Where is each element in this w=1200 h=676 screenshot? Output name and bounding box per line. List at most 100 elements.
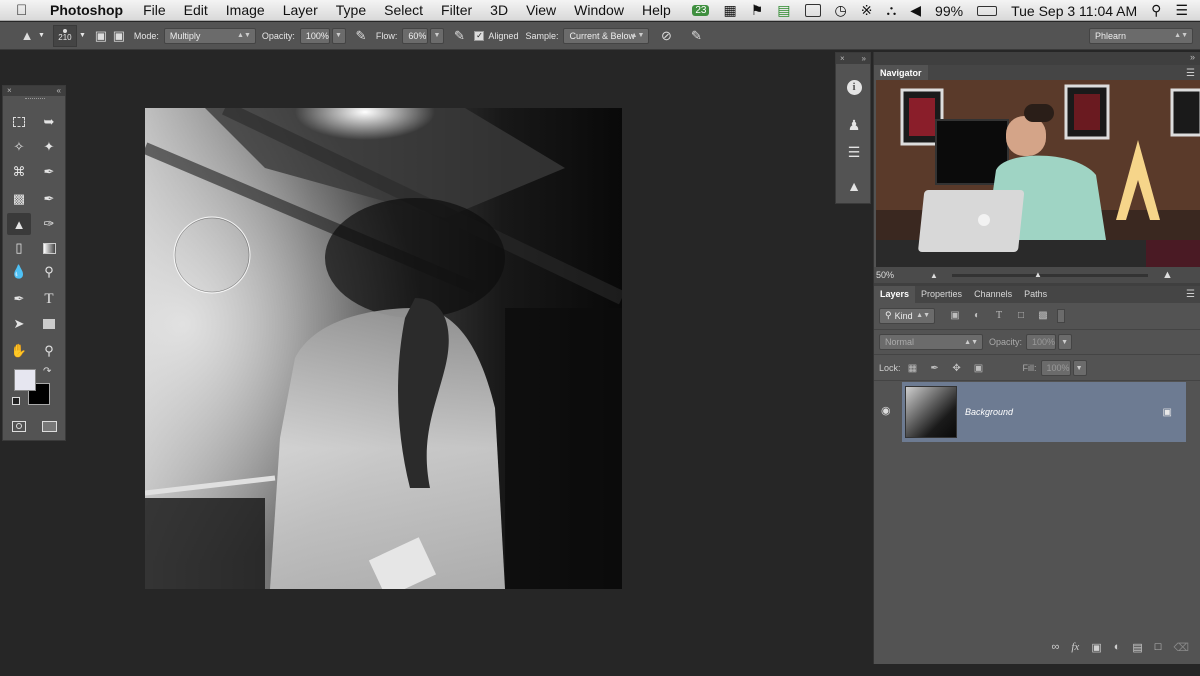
lasso-tool-icon[interactable]: ✧: [7, 136, 31, 158]
tab-channels[interactable]: Channels: [968, 286, 1018, 303]
eyedropper-tool-icon[interactable]: ✒: [37, 161, 61, 183]
spotlight-icon[interactable]: ⚲: [1151, 2, 1161, 19]
ignore-adjustment-layers-icon[interactable]: ⊘: [657, 27, 675, 45]
tab-paths[interactable]: Paths: [1018, 286, 1053, 303]
blur-tool-icon[interactable]: 💧: [7, 261, 31, 283]
foreground-color-swatch[interactable]: [14, 369, 36, 391]
app-menu[interactable]: Photoshop: [50, 2, 123, 18]
quick-mask-icon[interactable]: [7, 415, 31, 437]
rectangle-tool-icon[interactable]: [37, 313, 61, 335]
layer-row-background[interactable]: Background ▣: [902, 382, 1186, 442]
panel-dock-header[interactable]: »: [874, 52, 1200, 66]
pressure-opacity-icon[interactable]: ✎: [352, 27, 370, 45]
new-group-icon[interactable]: ▤: [1132, 641, 1142, 654]
dock-header[interactable]: ×»: [836, 53, 870, 64]
clone-stamp-tool-icon[interactable]: ▲: [7, 213, 31, 235]
menu-type[interactable]: Type: [336, 2, 366, 18]
menu-image[interactable]: Image: [226, 2, 265, 18]
menu-select[interactable]: Select: [384, 2, 423, 18]
lock-all-icon[interactable]: ▣: [971, 361, 987, 375]
tool-preset-arrow-icon[interactable]: ▼: [38, 32, 45, 39]
filter-type-icon[interactable]: T: [991, 309, 1007, 323]
panel-menu-icon[interactable]: ☰: [1186, 289, 1195, 300]
dodge-tool-icon[interactable]: ⚲: [37, 261, 61, 283]
filter-shape-icon[interactable]: □: [1013, 309, 1029, 323]
history-brush-tool-icon[interactable]: ✑: [37, 213, 61, 235]
menu-view[interactable]: View: [526, 2, 556, 18]
filter-kind-dropdown[interactable]: ⚲ Kind ▲▼: [879, 307, 935, 324]
navigator-preview[interactable]: [876, 80, 1200, 267]
lock-image-pixels-icon[interactable]: ✒: [927, 361, 943, 375]
navigator-zoom-value[interactable]: 50%: [876, 270, 894, 280]
move-tool-icon[interactable]: ➥: [37, 111, 61, 133]
layer-style-icon[interactable]: fx: [1071, 641, 1079, 653]
swap-colors-icon[interactable]: ↷: [43, 366, 51, 377]
brush-picker-arrow-icon[interactable]: ▼: [79, 32, 86, 39]
menu-edit[interactable]: Edit: [184, 2, 208, 18]
opacity-slider-button[interactable]: ▼: [331, 27, 346, 44]
opacity-input[interactable]: 100%: [299, 27, 330, 44]
tab-layers[interactable]: Layers: [874, 286, 916, 303]
layer-opacity-slider-button[interactable]: ▼: [1058, 334, 1073, 350]
brush-panel-icon[interactable]: ☰: [842, 140, 866, 164]
spot-healing-tool-icon[interactable]: ▩: [7, 188, 31, 210]
notification-center-icon[interactable]: ☰: [1175, 2, 1188, 19]
collapse-icon[interactable]: »: [1190, 52, 1195, 62]
fill-input[interactable]: 100%: [1040, 360, 1071, 376]
brush-presets-panel-icon[interactable]: ♟: [842, 113, 866, 137]
tools-panel-header[interactable]: × «: [3, 86, 65, 96]
filter-smart-object-icon[interactable]: ▩: [1035, 309, 1051, 323]
pen-tool-icon[interactable]: ✒: [7, 288, 31, 310]
menu-window[interactable]: Window: [574, 2, 624, 18]
lock-transparent-pixels-icon[interactable]: ▦: [905, 361, 921, 375]
wifi-icon[interactable]: ⛬: [886, 2, 896, 19]
rectangular-marquee-tool-icon[interactable]: [7, 111, 31, 133]
battery-percent[interactable]: 99%: [935, 3, 963, 19]
app-status-icon[interactable]: ⚑: [751, 2, 764, 19]
gradient-tool-icon[interactable]: [37, 237, 61, 259]
expand-icon[interactable]: »: [862, 53, 866, 64]
bluetooth-icon[interactable]: ※: [861, 2, 873, 19]
clock[interactable]: Tue Sep 3 11:04 AM: [1011, 3, 1137, 19]
panel-menu-icon[interactable]: ☰: [1186, 68, 1195, 79]
brush-tool-icon[interactable]: ✒: [37, 188, 61, 210]
evernote-status-icon[interactable]: 23: [692, 5, 710, 16]
clone-source-panel-icon[interactable]: ▲: [842, 174, 866, 198]
info-panel-icon[interactable]: i: [842, 75, 866, 99]
menu-file[interactable]: File: [143, 2, 166, 18]
monitor-status-icon[interactable]: ▤: [777, 2, 790, 19]
zoom-out-icon[interactable]: ▲: [930, 271, 938, 280]
tools-panel-grip[interactable]: [25, 98, 45, 101]
clone-source-panel-icon[interactable]: ▣: [110, 27, 128, 45]
workspace-dropdown[interactable]: Phlearn ▲▼: [1089, 27, 1193, 44]
flow-slider-button[interactable]: ▼: [430, 27, 445, 44]
mode-dropdown[interactable]: Multiply ▲▼: [163, 27, 256, 44]
clone-stamp-tool-icon[interactable]: ▲: [18, 27, 36, 45]
link-layers-icon[interactable]: ∞: [1052, 641, 1060, 653]
airbrush-icon[interactable]: ✎: [450, 27, 468, 45]
menu-layer[interactable]: Layer: [283, 2, 318, 18]
crop-tool-icon[interactable]: ⌘: [7, 161, 31, 183]
brush-panel-icon[interactable]: ▣: [92, 27, 110, 45]
pressure-size-icon[interactable]: ✎: [687, 27, 705, 45]
grid-status-icon[interactable]: ▦: [723, 2, 736, 19]
menu-help[interactable]: Help: [642, 2, 671, 18]
volume-icon[interactable]: ◀: [910, 2, 921, 19]
blend-mode-dropdown[interactable]: Normal ▲▼: [879, 334, 983, 350]
zoom-slider-thumb[interactable]: ▲: [1034, 270, 1042, 279]
magic-wand-tool-icon[interactable]: ✦: [37, 136, 61, 158]
flow-input[interactable]: 60%: [402, 27, 429, 44]
menu-filter[interactable]: Filter: [441, 2, 472, 18]
path-selection-tool-icon[interactable]: ➤: [7, 313, 31, 335]
default-colors-icon[interactable]: [12, 397, 20, 405]
navigator-zoom-slider[interactable]: ▲: [951, 270, 1148, 279]
new-layer-icon[interactable]: □: [1155, 641, 1162, 653]
type-tool-icon[interactable]: T: [37, 288, 61, 310]
lock-position-icon[interactable]: ✥: [949, 361, 965, 375]
filter-adjustment-icon[interactable]: ◐: [969, 309, 985, 323]
layer-opacity-input[interactable]: 100%: [1026, 334, 1057, 350]
close-icon[interactable]: ×: [7, 86, 12, 96]
eraser-tool-icon[interactable]: ▯: [7, 237, 31, 259]
zoom-in-icon[interactable]: ▲: [1162, 269, 1173, 281]
collapse-icon[interactable]: «: [57, 86, 61, 96]
